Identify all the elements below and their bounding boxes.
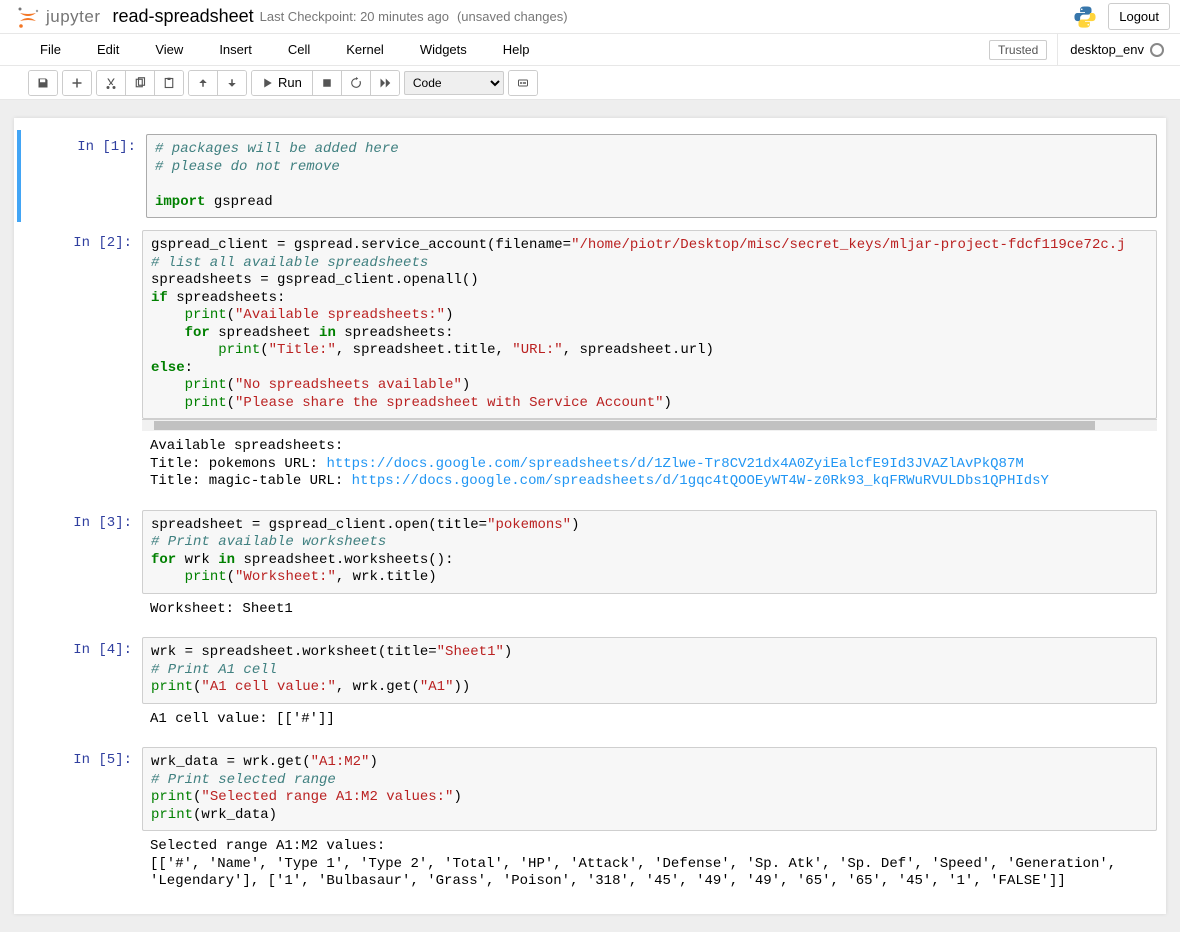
command-palette-button[interactable] bbox=[509, 71, 537, 95]
code-cell[interactable]: In [1]:# packages will be added here # p… bbox=[17, 130, 1163, 222]
code-cell[interactable]: In [4]:wrk = spreadsheet.worksheet(title… bbox=[17, 633, 1163, 739]
notebook-content: In [1]:# packages will be added here # p… bbox=[0, 100, 1180, 932]
unsaved-indicator: (unsaved changes) bbox=[457, 9, 568, 24]
cell-output: A1 cell value: [['#']] bbox=[142, 704, 1157, 736]
cell-prompt: In [5]: bbox=[17, 747, 142, 898]
menu-view[interactable]: View bbox=[145, 36, 193, 63]
copy-button[interactable] bbox=[126, 71, 155, 95]
code-input[interactable]: spreadsheet = gspread_client.open(title=… bbox=[142, 510, 1157, 594]
code-input[interactable]: wrk_data = wrk.get("A1:M2") # Print sele… bbox=[142, 747, 1157, 831]
menu-file[interactable]: File bbox=[30, 36, 71, 63]
jupyter-logo[interactable]: jupyter bbox=[16, 5, 101, 29]
menu-edit[interactable]: Edit bbox=[87, 36, 129, 63]
toolbar: Run Code bbox=[0, 66, 1180, 100]
cell-prompt: In [4]: bbox=[17, 637, 142, 735]
restart-button[interactable] bbox=[342, 71, 371, 95]
kernel-status-icon bbox=[1150, 43, 1164, 57]
menu-insert[interactable]: Insert bbox=[209, 36, 262, 63]
add-cell-button[interactable] bbox=[63, 71, 91, 95]
cell-output: Available spreadsheets: Title: pokemons … bbox=[142, 431, 1157, 498]
cell-type-select[interactable]: Code bbox=[404, 71, 504, 95]
menu-kernel[interactable]: Kernel bbox=[336, 36, 394, 63]
code-input[interactable]: # packages will be added here # please d… bbox=[146, 134, 1157, 218]
code-input[interactable]: wrk = spreadsheet.worksheet(title="Sheet… bbox=[142, 637, 1157, 704]
horizontal-scrollbar[interactable] bbox=[142, 419, 1157, 431]
cell-prompt: In [2]: bbox=[17, 230, 142, 498]
code-input[interactable]: gspread_client = gspread.service_account… bbox=[142, 230, 1157, 419]
move-down-button[interactable] bbox=[218, 71, 246, 95]
run-button[interactable]: Run bbox=[252, 71, 313, 95]
trusted-indicator[interactable]: Trusted bbox=[989, 40, 1047, 60]
jupyter-wordmark: jupyter bbox=[46, 7, 101, 27]
notebook-header: jupyter read-spreadsheet Last Checkpoint… bbox=[0, 0, 1180, 34]
move-up-button[interactable] bbox=[189, 71, 218, 95]
stop-button[interactable] bbox=[313, 71, 342, 95]
cell-prompt: In [3]: bbox=[17, 510, 142, 626]
menu-widgets[interactable]: Widgets bbox=[410, 36, 477, 63]
notebook-name[interactable]: read-spreadsheet bbox=[113, 6, 254, 27]
code-cell[interactable]: In [2]:gspread_client = gspread.service_… bbox=[17, 226, 1163, 502]
python-icon bbox=[1072, 4, 1098, 30]
code-cell[interactable]: In [3]:spreadsheet = gspread_client.open… bbox=[17, 506, 1163, 630]
jupyter-icon bbox=[16, 5, 40, 29]
cell-output: Worksheet: Sheet1 bbox=[142, 594, 1157, 626]
restart-run-all-button[interactable] bbox=[371, 71, 399, 95]
cell-output: Selected range A1:M2 values: [['#', 'Nam… bbox=[142, 831, 1157, 898]
menubar: FileEditViewInsertCellKernelWidgetsHelp … bbox=[0, 34, 1180, 66]
menu-help[interactable]: Help bbox=[493, 36, 540, 63]
cell-prompt: In [1]: bbox=[21, 134, 146, 218]
save-button[interactable] bbox=[29, 71, 57, 95]
logout-button[interactable]: Logout bbox=[1108, 3, 1170, 30]
code-cell[interactable]: In [5]:wrk_data = wrk.get("A1:M2") # Pri… bbox=[17, 743, 1163, 902]
checkpoint-status: Last Checkpoint: 20 minutes ago bbox=[260, 9, 449, 24]
paste-button[interactable] bbox=[155, 71, 183, 95]
notebook-container: In [1]:# packages will be added here # p… bbox=[14, 118, 1166, 914]
kernel-name: desktop_env bbox=[1070, 42, 1144, 57]
menu-cell[interactable]: Cell bbox=[278, 36, 320, 63]
cut-button[interactable] bbox=[97, 71, 126, 95]
kernel-indicator[interactable]: desktop_env bbox=[1057, 34, 1174, 66]
